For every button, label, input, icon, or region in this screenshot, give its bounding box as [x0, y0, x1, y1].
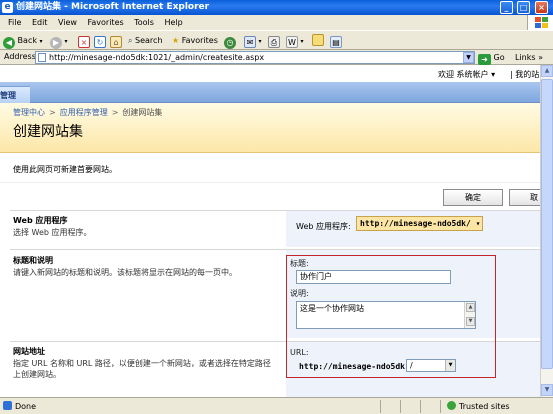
back-button[interactable]: ◀ Back ▾ — [3, 34, 43, 49]
address-bar: Address http://minesage-ndo5dk:1021/_adm… — [0, 50, 553, 65]
mail-button[interactable]: ✉ ▾ — [244, 34, 262, 48]
status-divider — [380, 400, 381, 413]
menu-edit[interactable]: Edit — [32, 18, 48, 27]
scroll-thumb[interactable] — [541, 79, 553, 369]
status-divider — [420, 400, 421, 413]
status-divider — [400, 400, 401, 413]
page-done-icon — [3, 401, 12, 410]
my-site-link[interactable]: | 我的站 — [510, 69, 539, 80]
stop-button[interactable]: × — [78, 34, 90, 48]
welcome-menu[interactable]: 欢迎 系统帐户 ▾ — [438, 69, 495, 80]
close-button[interactable]: × — [535, 1, 548, 14]
security-zone: Trusted sites — [447, 401, 510, 411]
window-title: 创建网站集 - Microsoft Internet Explorer — [16, 2, 210, 12]
folder-icon — [312, 34, 324, 46]
go-arrow-icon: ➜ — [478, 54, 491, 65]
page-description: 使用此网页可新建首要网站。 — [13, 165, 117, 174]
top-nav-bar: 管理 — [0, 82, 540, 103]
favorites-button[interactable]: ★ Favorites — [172, 34, 218, 48]
menu-help[interactable]: Help — [164, 18, 182, 27]
page-viewport: 欢迎 系统帐户 ▾ | 我的站 管理 管理中心 > 应用程序管理 > 创建网站集 创建网… — [0, 65, 540, 397]
go-button[interactable]: ➜ Go — [478, 51, 505, 65]
webapp-section-desc: 选择 Web 应用程序。 — [13, 228, 92, 237]
webapp-selector[interactable]: http://minesage-ndo5dk/ ▾ — [356, 216, 483, 231]
status-divider — [440, 400, 441, 413]
edit-button[interactable]: W ▾ — [286, 34, 304, 48]
menu-favorites[interactable]: Favorites — [88, 18, 124, 27]
page-icon — [38, 53, 46, 62]
vertical-scrollbar[interactable]: ▲ ▼ — [540, 65, 553, 397]
breadcrumb-current: 创建网站集 — [122, 108, 163, 117]
breadcrumb-app-management[interactable]: 应用程序管理 — [60, 108, 108, 117]
breadcrumb: 管理中心 > 应用程序管理 > 创建网站集 — [13, 108, 163, 117]
breadcrumb-central-admin[interactable]: 管理中心 — [13, 108, 45, 117]
address-dropdown-icon[interactable]: ▼ — [463, 52, 474, 63]
ie-icon: e — [2, 2, 13, 13]
edit-icon: W — [286, 36, 298, 48]
messenger-button[interactable]: ▤ — [330, 34, 342, 48]
titledesc-section-title: 标题和说明 — [13, 256, 53, 265]
menu-tools[interactable]: Tools — [134, 18, 154, 27]
title-area: 管理中心 > 应用程序管理 > 创建网站集 创建网站集 — [0, 103, 540, 153]
status-done: Done — [3, 401, 36, 411]
tab-central-admin[interactable]: 管理 — [0, 86, 30, 103]
webapp-label: Web 应用程序: — [296, 222, 351, 231]
divider — [0, 182, 540, 183]
research-icon: ▤ — [330, 36, 342, 48]
page-title: 创建网站集 — [13, 124, 83, 140]
trusted-sites-icon — [447, 401, 456, 410]
forward-arrow-icon: ▶ — [50, 37, 62, 49]
search-button[interactable]: ⌕ Search — [128, 34, 163, 48]
windows-logo-icon — [527, 15, 553, 30]
welcome-bar: 欢迎 系统帐户 ▾ | 我的站 — [0, 65, 540, 82]
window-title-bar: e 创建网站集 - Microsoft Internet Explorer _ … — [0, 0, 553, 15]
webapp-section-title: Web 应用程序 — [13, 216, 68, 225]
favorites-star-icon: ★ — [172, 36, 180, 45]
forward-button[interactable]: ▶ ▾ — [50, 34, 68, 49]
url-section-desc: 指定 URL 名称和 URL 路径，以便创建一个新网站，或者选择在特定路径上创建… — [13, 359, 271, 379]
discuss-button[interactable] — [312, 34, 324, 48]
history-icon: ◷ — [224, 37, 236, 49]
print-button[interactable]: ⎙ — [268, 34, 280, 48]
cancel-button[interactable]: 取 — [509, 189, 540, 206]
mail-icon: ✉ — [244, 36, 256, 48]
address-label: Address — [4, 52, 36, 61]
menu-view[interactable]: View — [58, 18, 77, 27]
maximize-button[interactable]: □ — [517, 1, 530, 14]
links-button[interactable]: Links » — [515, 51, 543, 64]
scroll-down-icon[interactable]: ▼ — [541, 384, 553, 396]
status-bar: Done Trusted sites — [0, 397, 553, 414]
stop-icon: × — [78, 36, 90, 48]
home-icon: ⌂ — [110, 36, 122, 48]
menu-bar: File Edit View Favorites Tools Help — [0, 15, 553, 30]
menu-file[interactable]: File — [8, 18, 21, 27]
minimize-button[interactable]: _ — [500, 1, 513, 14]
titledesc-section-desc: 请键入新网站的标题和说明。该标题将显示在网站的每一页中。 — [13, 268, 237, 277]
refresh-button[interactable]: ↻ — [94, 34, 106, 48]
home-button[interactable]: ⌂ — [110, 34, 122, 48]
url-section-title: 网站地址 — [13, 347, 45, 356]
refresh-icon: ↻ — [94, 36, 106, 48]
print-icon: ⎙ — [268, 36, 280, 48]
search-icon: ⌕ — [128, 36, 133, 45]
scroll-up-icon[interactable]: ▲ — [541, 65, 553, 77]
history-button[interactable]: ◷ — [224, 34, 236, 49]
address-input[interactable]: http://minesage-ndo5dk:1021/_admin/creat… — [35, 51, 475, 64]
highlight-box — [286, 255, 496, 378]
ok-button[interactable]: 确定 — [443, 189, 503, 206]
back-arrow-icon: ◀ — [3, 37, 15, 49]
toolbar: ◀ Back ▾ ▶ ▾ × ↻ ⌂ ⌕ Search ★ Favorites … — [0, 30, 553, 50]
